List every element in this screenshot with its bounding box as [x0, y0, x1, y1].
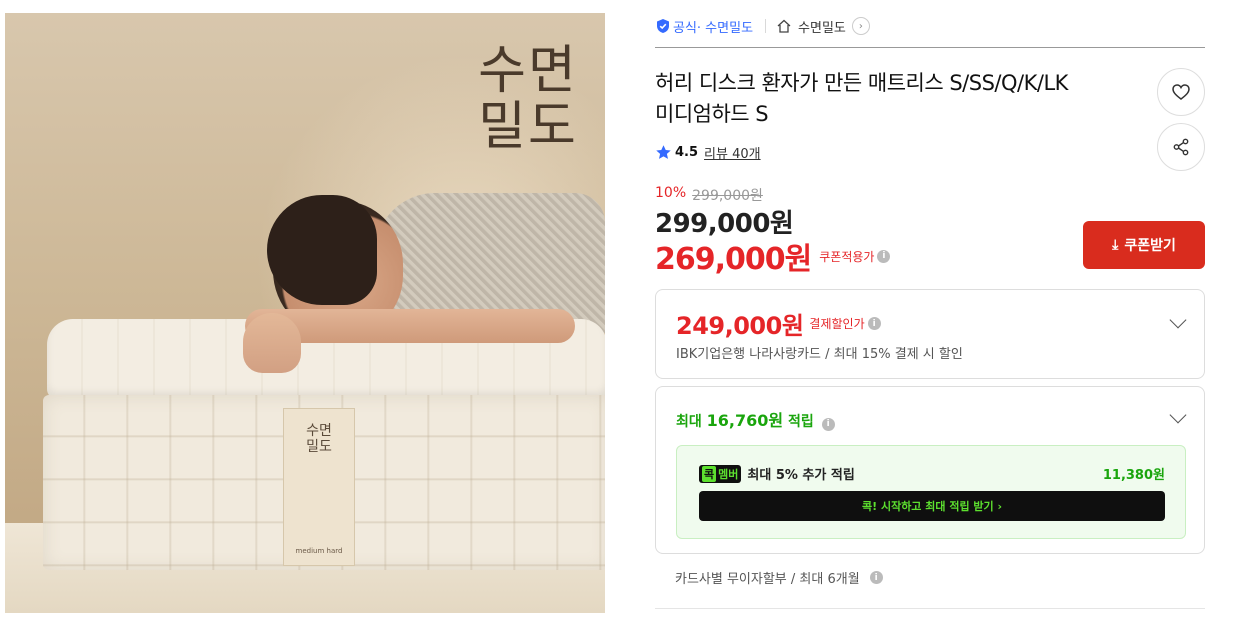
chevron-down-icon[interactable] — [1169, 311, 1187, 329]
product-title-line: 허리 디스크 환자가 만든 매트리스 S/SS/Q/K/LK — [655, 71, 1068, 95]
tag-brand-line: 밀도 — [306, 439, 332, 455]
header-divider — [655, 47, 1205, 48]
review-count-link[interactable]: 리뷰 40개 — [704, 143, 761, 162]
brand-logo-wall: 수면 밀도 — [473, 43, 583, 155]
person-hand — [243, 313, 301, 373]
card-discount-amount-row: 249,000원 결제할인가 i — [676, 306, 881, 341]
member-points: 11,380원 — [1102, 468, 1165, 483]
heart-icon — [1172, 84, 1190, 100]
brand-logo-line: 밀도 — [478, 97, 578, 157]
tag-brand-line: 수면 — [306, 423, 332, 439]
card-discount-price: 249,000원 — [676, 312, 804, 340]
rating: 4.5 리뷰 40개 — [655, 143, 761, 162]
footer-divider — [655, 608, 1205, 609]
share-button[interactable] — [1157, 123, 1205, 171]
tag-label: medium hard — [295, 547, 343, 555]
coupon-price-row: 269,000원 쿠폰적용가 i — [655, 234, 891, 278]
product-title: 허리 디스크 환자가 만든 매트리스 S/SS/Q/K/LK 미디엄하드 S — [655, 68, 1135, 130]
coupon-price: 269,000원 — [655, 242, 812, 277]
info-icon[interactable]: i — [877, 249, 891, 263]
member-benefit-box: 콕 멤버 최대 5% 추가 적립 11,380원 콕! 시작하고 최대 적립 받… — [676, 445, 1186, 539]
installment-text: 카드사별 무이자할부 / 최대 6개월 — [675, 572, 860, 587]
official-label[interactable]: 공식 — [673, 17, 697, 36]
member-badge: 콕 멤버 — [699, 464, 742, 483]
tag-brand: 수면 밀도 — [284, 423, 354, 455]
card-discount-panel[interactable]: 249,000원 결제할인가 i IBK기업은행 나라사랑카드 / 최대 15%… — [655, 289, 1205, 379]
home-icon[interactable] — [776, 18, 792, 34]
shield-check-icon — [657, 19, 669, 33]
rating-score: 4.5 — [675, 145, 699, 160]
get-coupon-label: 쿠폰받기 — [1124, 238, 1176, 254]
coupon-price-label: 쿠폰적용가 — [819, 249, 875, 264]
brand-logo-line: 수면 — [478, 41, 578, 101]
member-badge-k: 콕 — [702, 465, 717, 482]
installment-info: 카드사별 무이자할부 / 최대 6개월 i — [675, 568, 883, 587]
reward-suffix: 적립 — [783, 414, 814, 430]
person-hair — [267, 195, 377, 305]
member-benefit-desc: 최대 5% 추가 적립 — [747, 468, 855, 483]
share-icon — [1173, 138, 1189, 156]
discount-row: 10% 299,000원 — [655, 185, 763, 205]
reward-amount: 16,760원 — [706, 411, 784, 430]
card-discount-label: 결제할인가 — [809, 317, 865, 331]
product-image[interactable]: 수면 밀도 수면 밀도 medium hard — [5, 13, 605, 613]
reward-title: 최대 16,760원 적립 i — [676, 407, 835, 431]
breadcrumb-divider — [765, 19, 767, 33]
member-join-button[interactable]: 콕! 시작하고 최대 적립 받기 › — [699, 491, 1165, 521]
original-price: 299,000원 — [692, 188, 763, 204]
product-title-line: 미디엄하드 S — [655, 102, 769, 126]
info-icon[interactable]: i — [867, 317, 881, 330]
official-store-link[interactable]: · 수면밀도 — [697, 17, 753, 36]
star-icon — [656, 145, 671, 159]
card-discount-description: IBK기업은행 나라사랑카드 / 최대 15% 결제 시 할인 — [676, 347, 963, 362]
member-badge-m: 멤버 — [718, 467, 739, 481]
wishlist-button[interactable] — [1157, 68, 1205, 116]
chevron-right-icon[interactable]: › — [851, 17, 870, 35]
download-icon: ⤓ — [1112, 237, 1119, 253]
breadcrumb: 공식 · 수면밀도 수면밀도 › — [655, 14, 870, 38]
info-icon[interactable]: i — [869, 571, 883, 584]
member-benefit-row: 콕 멤버 최대 5% 추가 적립 11,380원 — [699, 464, 1165, 483]
reward-prefix: 최대 — [676, 414, 707, 430]
product-info-panel: 공식 · 수면밀도 수면밀도 › 허리 디스크 환자가 만든 매트리스 S/SS… — [655, 0, 1205, 624]
chevron-down-icon[interactable] — [1169, 406, 1187, 424]
discount-percent: 10% — [655, 185, 687, 201]
store-link[interactable]: 수면밀도 — [798, 17, 846, 36]
get-coupon-button[interactable]: ⤓ 쿠폰받기 — [1083, 221, 1205, 269]
reward-panel[interactable]: 최대 16,760원 적립 i 콕 멤버 최대 5% 추가 적립 11,380원… — [655, 386, 1205, 554]
mattress-tag: 수면 밀도 medium hard — [283, 408, 355, 566]
info-icon[interactable]: i — [821, 417, 835, 431]
